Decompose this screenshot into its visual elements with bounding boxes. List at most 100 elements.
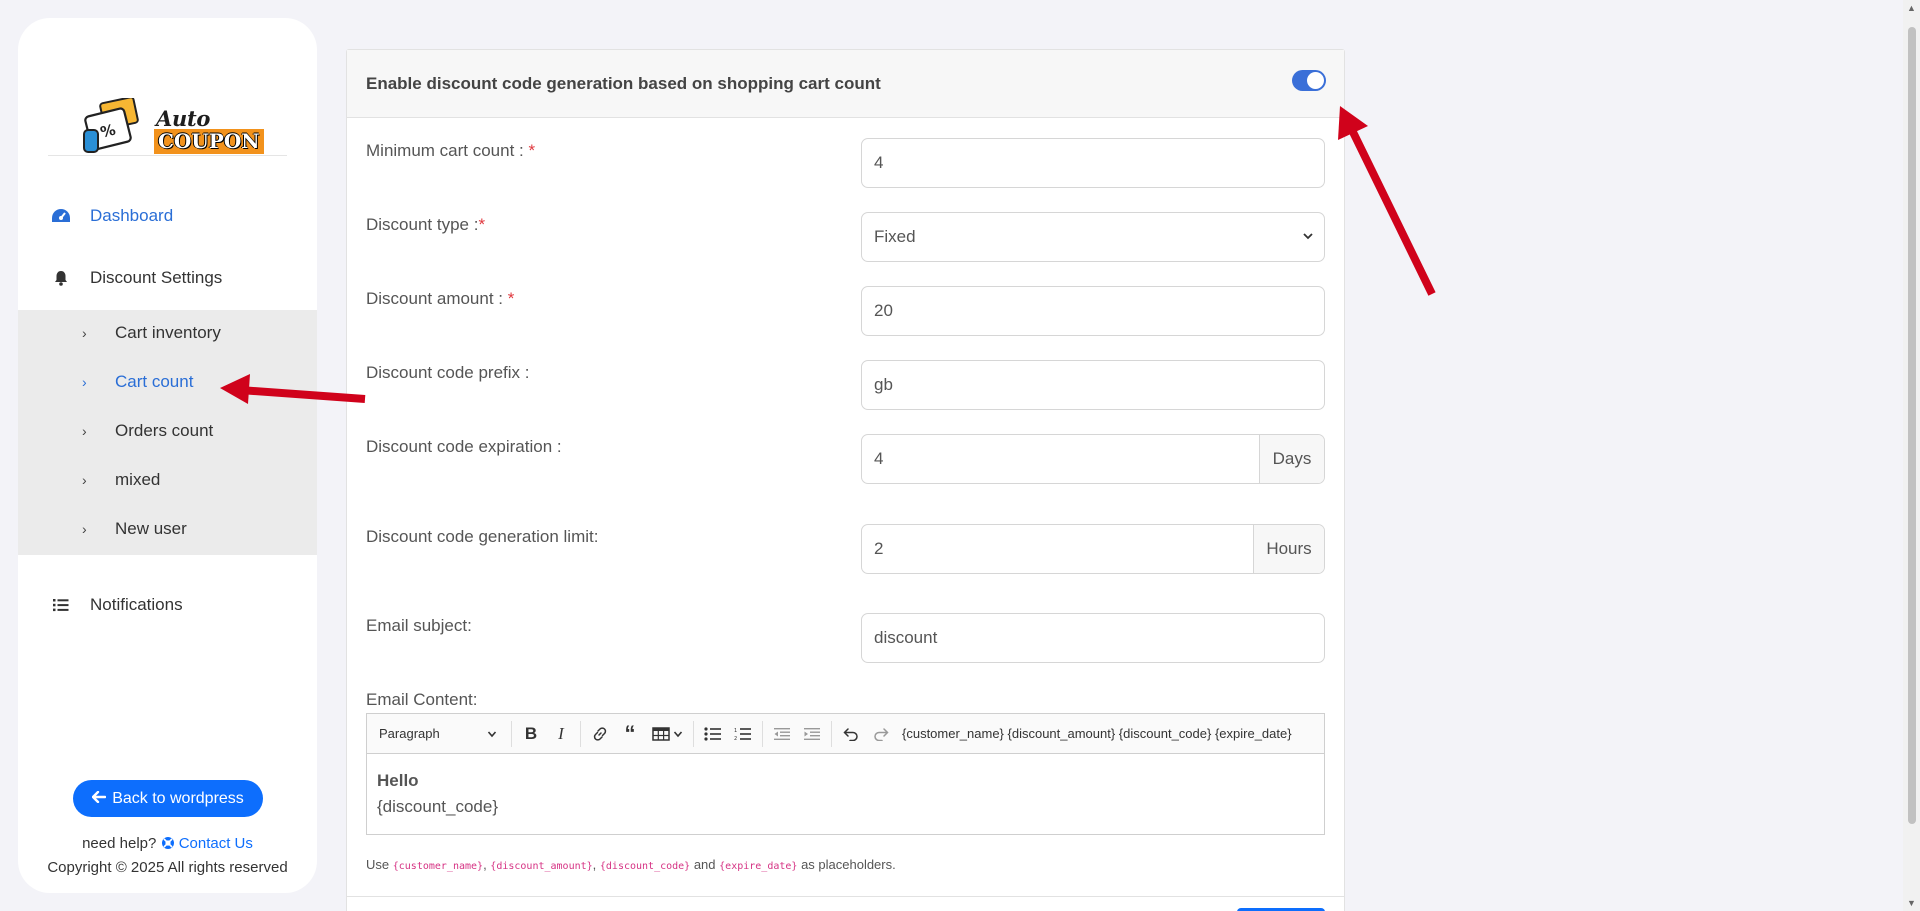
discount-amount-value: 20 — [874, 301, 893, 320]
email-subject-value: discount — [874, 628, 938, 647]
indent-icon[interactable] — [797, 714, 827, 754]
editor-content-area[interactable]: Hello {discount_code} — [377, 768, 498, 820]
editor-toolbar: Paragraph B I “ 12 {customer_name} {disc… — [367, 714, 1324, 754]
required-marker: * — [507, 289, 515, 308]
redo-icon[interactable] — [866, 714, 896, 754]
toolbar-divider — [693, 720, 694, 747]
toolbar-divider — [831, 720, 832, 747]
submenu-mixed[interactable]: › mixed — [18, 460, 317, 500]
chevron-right-icon: › — [82, 423, 87, 439]
italic-icon[interactable]: I — [546, 714, 576, 754]
toggle-knob — [1307, 72, 1324, 89]
bulleted-list-icon[interactable] — [698, 714, 728, 754]
arrow-left-icon — [91, 790, 107, 808]
undo-icon[interactable] — [836, 714, 866, 754]
code-expiration-input[interactable]: 4 — [862, 449, 1259, 469]
dashboard-gauge-icon — [50, 208, 72, 224]
generation-limit-label: Discount code generation limit: — [366, 527, 599, 546]
nav-discount-settings-label: Discount Settings — [90, 268, 223, 287]
nav-dashboard[interactable]: Dashboard — [18, 196, 317, 236]
code-expiration-label: Discount code expiration : — [366, 437, 562, 456]
card-header: Enable discount code generation based on… — [347, 50, 1344, 118]
nav-discount-settings[interactable]: Discount Settings — [18, 258, 317, 298]
submenu-cart-count[interactable]: › Cart count — [18, 362, 317, 402]
chevron-down-icon — [487, 730, 497, 737]
email-subject-input[interactable]: discount — [861, 613, 1325, 663]
min-cart-count-input[interactable]: 4 — [861, 138, 1325, 188]
toolbar-divider — [511, 720, 512, 747]
required-marker: * — [528, 141, 536, 160]
submenu-new-user[interactable]: › New user — [18, 509, 317, 549]
chevron-right-icon: › — [82, 521, 87, 537]
nav-notifications[interactable]: Notifications — [18, 585, 317, 625]
numbered-list-icon[interactable]: 12 — [728, 714, 758, 754]
submenu-cart-inventory[interactable]: › Cart inventory — [18, 313, 317, 353]
coupon-logo-icon: % — [83, 98, 139, 153]
card-title: Enable discount code generation based on… — [366, 74, 881, 93]
code-prefix-label: Discount code prefix : — [366, 363, 530, 382]
help-text: need help? — [82, 835, 157, 852]
hint-placeholder-discount-amount: {discount_amount} — [490, 861, 593, 872]
svg-text:1: 1 — [734, 728, 737, 734]
scroll-down-icon[interactable]: ▼ — [1907, 898, 1916, 908]
bold-icon[interactable]: B — [516, 714, 546, 754]
hint-placeholder-customer-name: {customer_name} — [392, 861, 484, 872]
submenu-label: New user — [115, 519, 187, 538]
days-addon: Days — [1259, 435, 1324, 483]
email-content-editor: Paragraph B I “ 12 {customer_name} {disc… — [366, 713, 1325, 835]
chevron-down-icon — [673, 730, 682, 737]
support-icon — [161, 835, 179, 852]
toolbar-divider — [762, 720, 763, 747]
min-cart-count-label: Minimum cart count : * — [366, 141, 535, 161]
scroll-thumb[interactable] — [1908, 27, 1916, 824]
copyright-text: Copyright © 2025 All rights reserved — [47, 859, 288, 876]
bell-icon — [50, 270, 72, 286]
hours-addon: Hours — [1253, 525, 1324, 573]
hint-suffix: as placeholders. — [801, 857, 896, 872]
code-expiration-input-group: 4 Days — [861, 434, 1325, 484]
discount-type-select[interactable]: Fixed — [861, 212, 1325, 262]
card-footer-divider — [347, 896, 1344, 897]
email-subject-label: Email subject: — [366, 616, 472, 635]
chevron-down-icon — [1303, 233, 1313, 240]
link-icon[interactable] — [585, 714, 615, 754]
discount-amount-label: Discount amount : * — [366, 289, 514, 309]
discount-settings-submenu: › Cart inventory › Cart count › Orders c… — [18, 310, 317, 555]
discount-type-label: Discount type :* — [366, 215, 485, 235]
required-marker: * — [478, 215, 486, 234]
generation-limit-input-group: 2 Hours — [861, 524, 1325, 574]
chevron-right-icon: › — [82, 374, 87, 390]
back-to-wordpress-button[interactable]: Back to wordpress — [73, 780, 263, 817]
enable-discount-toggle[interactable] — [1292, 70, 1326, 91]
placeholder-hint: Use {customer_name}, {discount_amount}, … — [366, 857, 896, 872]
discount-amount-input[interactable]: 20 — [861, 286, 1325, 336]
paragraph-style-dropdown[interactable]: Paragraph — [367, 714, 507, 754]
submenu-label: Cart inventory — [115, 323, 221, 342]
email-content-label: Email Content: — [366, 690, 478, 709]
submenu-label: Cart count — [115, 372, 194, 391]
discount-type-value: Fixed — [874, 227, 916, 246]
chevron-right-icon: › — [82, 325, 87, 341]
back-to-wordpress-label: Back to wordpress — [112, 789, 244, 807]
generation-limit-input[interactable]: 2 — [862, 539, 1253, 559]
annotation-arrow-toggle — [1338, 106, 1436, 296]
discount-amount-label-text: Discount amount : — [366, 289, 504, 308]
svg-text:2: 2 — [734, 736, 737, 741]
paragraph-style-value: Paragraph — [379, 726, 440, 741]
table-icon[interactable] — [645, 714, 689, 754]
editor-line-discount-code: {discount_code} — [377, 797, 498, 816]
app-logo[interactable]: % Auto Smart COUPON — [82, 80, 272, 158]
scroll-up-icon[interactable]: ▲ — [1907, 3, 1916, 13]
outdent-icon[interactable] — [767, 714, 797, 754]
page-scrollbar[interactable]: ▲ ▼ — [1903, 0, 1920, 911]
code-prefix-input[interactable]: gb — [861, 360, 1325, 410]
submenu-orders-count[interactable]: › Orders count — [18, 411, 317, 451]
blockquote-icon[interactable]: “ — [615, 714, 645, 754]
contact-us-link[interactable]: Contact Us — [179, 835, 253, 852]
help-line: need help? Contact Us — [18, 835, 317, 852]
logo-text-coupon: COUPON — [154, 129, 264, 154]
list-icon — [50, 598, 72, 612]
hint-placeholder-expire-date: {expire_date} — [719, 861, 798, 872]
placeholders-toolbar-text[interactable]: {customer_name} {discount_amount} {disco… — [902, 726, 1292, 741]
toolbar-divider — [580, 720, 581, 747]
